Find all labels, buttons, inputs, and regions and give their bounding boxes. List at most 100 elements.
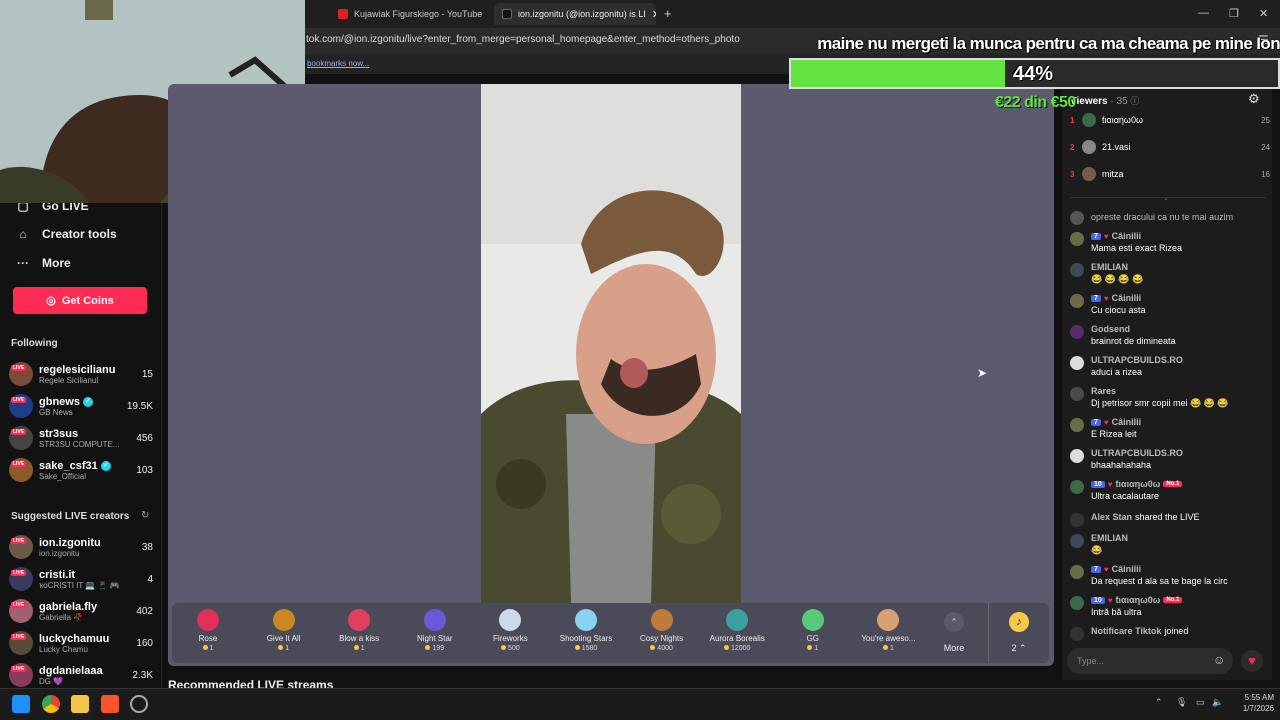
- close-tab-icon[interactable]: ✕: [652, 8, 656, 21]
- chat-username[interactable]: EMILIAN: [1091, 533, 1128, 543]
- refresh-icon[interactable]: ↻: [141, 510, 149, 521]
- chat-username[interactable]: Alex Stan: [1091, 512, 1132, 522]
- file-explorer-icon[interactable]: [71, 695, 89, 713]
- chat-username[interactable]: ULTRAPCBUILDS.RO: [1091, 448, 1183, 458]
- gift-item[interactable]: Fireworks 500: [475, 607, 545, 652]
- get-coins-button[interactable]: ◎ Get Coins: [13, 287, 147, 314]
- top-viewer-row[interactable]: 3 mitza 16: [1070, 164, 1270, 184]
- account-row[interactable]: LIVE sake_csf31 ✓ Sake_Official 103: [9, 455, 153, 485]
- settings-gear-icon[interactable]: ⚙: [1248, 91, 1260, 107]
- chat-username[interactable]: Notificare Tiktok: [1091, 626, 1161, 636]
- gift-item[interactable]: Night Star 199: [400, 607, 470, 652]
- tiktok-coin-icon[interactable]: ♪: [1009, 612, 1029, 632]
- tab-tiktok[interactable]: ion.izgonitu (@ion.izgonitu) is LI ✕: [494, 3, 656, 25]
- avatar[interactable]: [1070, 534, 1084, 548]
- account-row[interactable]: LIVE ion.izgonitu ion.izgonitu 38: [9, 532, 153, 562]
- chat-username[interactable]: Rares: [1091, 386, 1116, 396]
- gift-item[interactable]: Rose 1: [173, 607, 243, 652]
- nav-creator-tools[interactable]: ⌂ Creator tools: [16, 227, 116, 241]
- account-row[interactable]: LIVE cristi.it ҡᴏCRISTI IT 💻 📱 🎮 4: [9, 564, 153, 594]
- gift-item[interactable]: Blow a kiss 1: [324, 607, 394, 652]
- top-viewer-row[interactable]: 2 21.vasi 24: [1070, 137, 1270, 157]
- clock-date: 1/7/2026: [1242, 704, 1274, 713]
- avatar[interactable]: [1070, 513, 1084, 527]
- gift-name: Fireworks: [493, 634, 528, 643]
- avatar[interactable]: [1070, 418, 1084, 432]
- account-row[interactable]: LIVE str3sus STR3SU COMPUTE... 456: [9, 423, 153, 453]
- gift-item[interactable]: Shooting Stars 1580: [551, 607, 621, 652]
- gift-item[interactable]: Give It All 1: [249, 607, 319, 652]
- gift-price: 1: [173, 645, 243, 652]
- gift-item[interactable]: Aurora Borealis 12000: [702, 607, 772, 652]
- top-gifter-badge: No.1: [1163, 597, 1183, 603]
- avatar: [1082, 113, 1096, 127]
- chat-input[interactable]: Type...: [1067, 648, 1233, 674]
- import-bookmarks-link[interactable]: bookmarks now...: [307, 59, 369, 68]
- coin-balance[interactable]: 2 ⌃: [1004, 643, 1034, 654]
- brave-icon[interactable]: [101, 695, 119, 713]
- tab-youtube[interactable]: Kujawiak Figurskiego - YouTube: [330, 3, 490, 25]
- chat-username[interactable]: Câinilii: [1112, 564, 1142, 574]
- verified-badge-icon: ✓: [100, 460, 111, 471]
- nav-more[interactable]: ··· More: [16, 256, 71, 270]
- top-viewer-row[interactable]: 1 ƭιαιαηω0ω 25: [1070, 110, 1270, 130]
- gift-item[interactable]: You're aweso... 1: [853, 607, 923, 652]
- chat-event-text: joined: [1164, 626, 1189, 636]
- account-row[interactable]: LIVE dgdanielaaa DG 💜 2.3K: [9, 660, 153, 690]
- live-video[interactable]: [481, 84, 741, 603]
- gift-item[interactable]: Cosy Nights 4000: [627, 607, 697, 652]
- close-window-button[interactable]: ✕: [1259, 7, 1268, 20]
- avatar[interactable]: [1070, 627, 1084, 641]
- taskbar-clock[interactable]: 5:55 AM 1/7/2026: [1228, 692, 1274, 714]
- avatar[interactable]: [1070, 387, 1084, 401]
- viewer-count: 456: [136, 432, 153, 444]
- avatar: LIVE: [9, 535, 33, 559]
- heart-icon[interactable]: ♥: [1241, 650, 1263, 672]
- chat-username[interactable]: ƭιαιαηω0ω: [1116, 479, 1161, 489]
- avatar[interactable]: [1070, 211, 1084, 225]
- new-tab-button[interactable]: +: [664, 6, 672, 21]
- chevron-up-icon[interactable]: ⌃: [944, 612, 964, 632]
- volume-icon[interactable]: 🔈: [1212, 697, 1223, 708]
- chrome-icon[interactable]: [42, 695, 60, 713]
- verified-badge-icon: ✓: [82, 396, 93, 407]
- avatar[interactable]: [1070, 232, 1084, 246]
- url-text[interactable]: tok.com/@ion.izgonitu/live?enter_from_me…: [306, 34, 740, 45]
- gift-item[interactable]: GG 1: [778, 607, 848, 652]
- microphone-icon[interactable]: 🎙: [1176, 697, 1187, 708]
- avatar[interactable]: [1070, 596, 1084, 610]
- account-display-name: Lucky Chamu: [39, 644, 88, 654]
- network-icon[interactable]: ▭: [1196, 697, 1205, 708]
- account-row[interactable]: LIVE gabriela.fly Gabriella 🥀 402: [9, 596, 153, 626]
- avatar[interactable]: [1070, 325, 1084, 339]
- chat-username[interactable]: Câinilii: [1112, 231, 1142, 241]
- viewer-score: 25: [1261, 115, 1270, 125]
- info-icon[interactable]: ⓘ: [1130, 96, 1139, 106]
- chat-username[interactable]: ULTRAPCBUILDS.RO: [1091, 355, 1183, 365]
- chat-username[interactable]: Câinilii: [1112, 417, 1142, 427]
- chevron-down-icon[interactable]: ⌄: [1163, 194, 1169, 202]
- emoji-icon[interactable]: ☺: [1213, 653, 1225, 667]
- avatar[interactable]: [1070, 263, 1084, 277]
- account-row[interactable]: LIVE regelesicilianu Regele Sicilianul 15: [9, 359, 153, 389]
- restore-button[interactable]: ❐: [1229, 7, 1239, 20]
- chat-user-line: 7 ♥ Câinilii: [1091, 417, 1270, 427]
- account-row[interactable]: LIVE gbnews ✓ GB News 19.5K: [9, 391, 153, 421]
- gift-price: 500: [475, 645, 545, 652]
- avatar[interactable]: [1070, 356, 1084, 370]
- avatar: [1082, 167, 1096, 181]
- chat-username[interactable]: EMILIAN: [1091, 262, 1128, 272]
- chat-username[interactable]: ƭιαιαηω0ω: [1116, 595, 1161, 605]
- gift-more-button[interactable]: More: [934, 643, 974, 653]
- windows-start-icon[interactable]: [12, 695, 30, 713]
- avatar[interactable]: [1070, 480, 1084, 494]
- account-row[interactable]: LIVE luckychamuu Lucky Chamu 160: [9, 628, 153, 658]
- avatar[interactable]: [1070, 294, 1084, 308]
- tray-chevron-icon[interactable]: ⌃: [1155, 697, 1163, 708]
- avatar[interactable]: [1070, 449, 1084, 463]
- chat-username[interactable]: Câinilii: [1112, 293, 1142, 303]
- app-icon[interactable]: [130, 695, 148, 713]
- chat-username[interactable]: Godsend: [1091, 324, 1130, 334]
- minimize-button[interactable]: —: [1198, 7, 1209, 19]
- avatar[interactable]: [1070, 565, 1084, 579]
